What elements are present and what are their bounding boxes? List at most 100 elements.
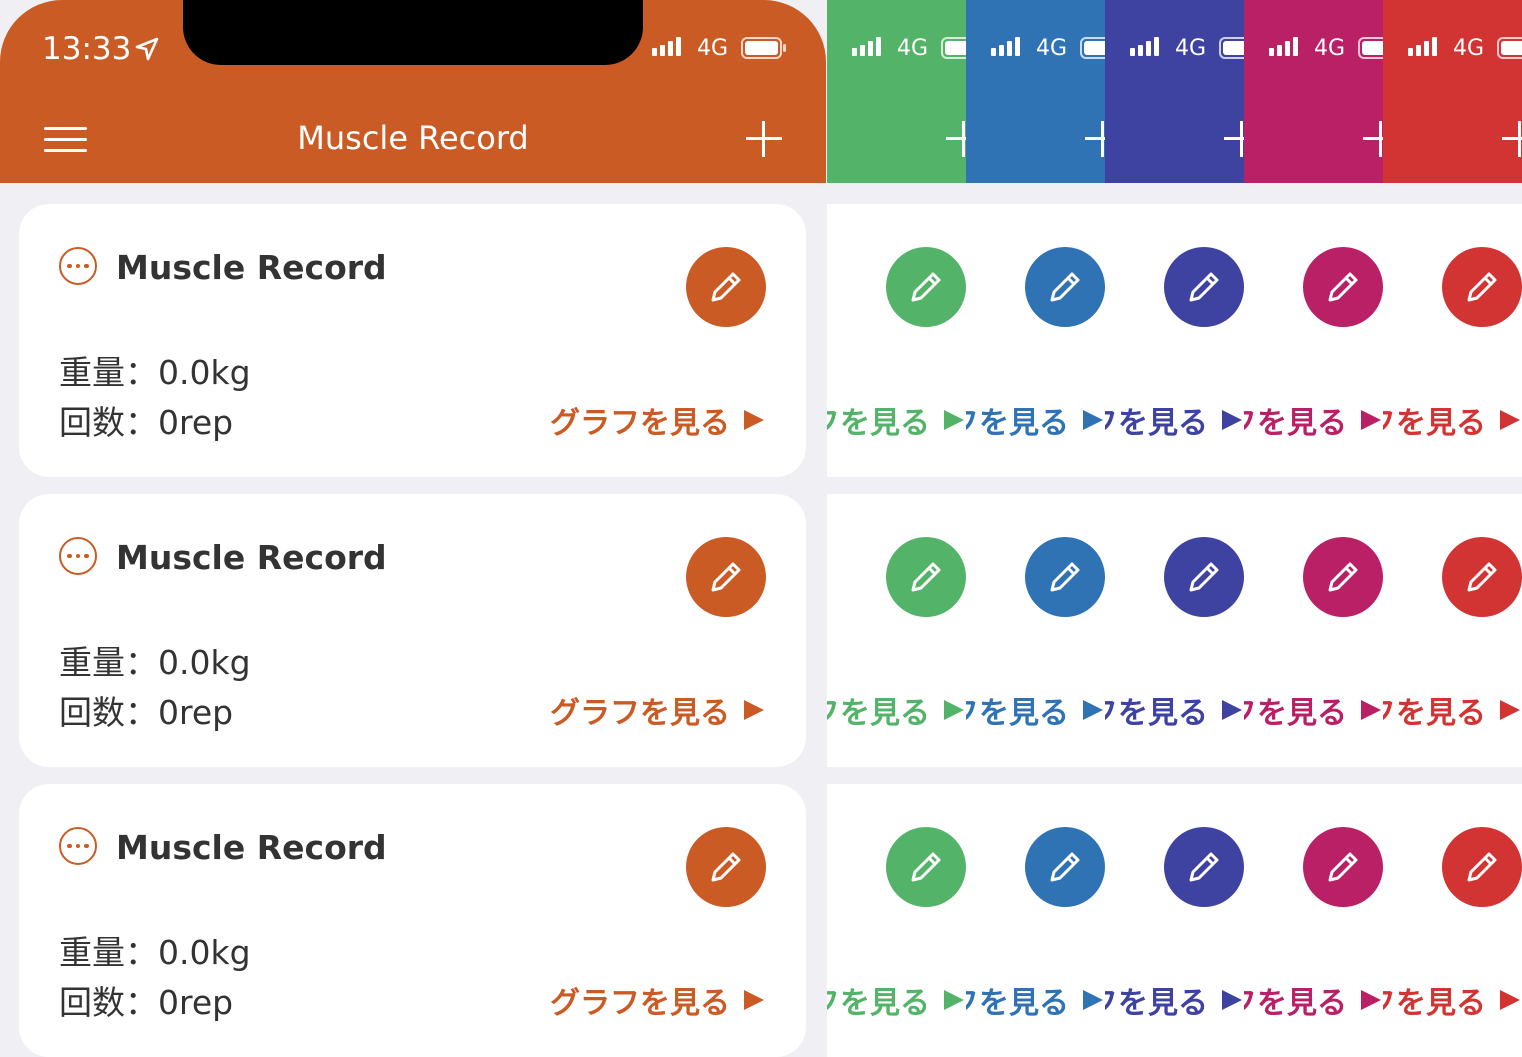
play-arrow-icon: [1083, 700, 1103, 720]
view-graph-link[interactable]: グラフを見る: [550, 688, 764, 732]
view-graph-link[interactable]: グラフを見る: [550, 398, 764, 442]
play-arrow-icon: [944, 700, 964, 720]
record-card[interactable]: Muscle Record重量：0.0kg回数：0repグラフを見る: [827, 784, 966, 1057]
record-card[interactable]: Muscle Record重量：0.0kg回数：0repグラフを見る: [1383, 494, 1522, 767]
record-card[interactable]: Muscle Record重量：0.0kg回数：0repグラフを見る: [1244, 204, 1383, 477]
record-card[interactable]: Muscle Record重量：0.0kg回数：0repグラフを見る: [966, 784, 1105, 1057]
weight-value: 重量：0.0kg: [59, 353, 251, 392]
reps-value: 回数：0rep: [59, 983, 234, 1022]
edit-button[interactable]: [886, 827, 966, 907]
play-arrow-icon: [744, 990, 764, 1010]
record-card[interactable]: Muscle Record重量：0.0kg回数：0repグラフを見る: [1105, 784, 1244, 1057]
edit-button[interactable]: [1303, 247, 1383, 327]
view-graph-label: グラフを見る: [966, 406, 1069, 441]
record-card[interactable]: Muscle Record重量：0.0kg回数：0repグラフを見る: [827, 204, 966, 477]
view-graph-link[interactable]: グラフを見る: [1105, 978, 1242, 1022]
edit-button[interactable]: [1164, 827, 1244, 907]
view-graph-label: グラフを見る: [827, 696, 930, 731]
battery-icon: [1497, 37, 1522, 59]
view-graph-link[interactable]: グラフを見る: [827, 688, 964, 732]
pencil-icon: [1328, 852, 1358, 882]
record-card[interactable]: Muscle Record重量：0.0kg回数：0repグラフを見る: [1244, 784, 1383, 1057]
nav-header: 4G: [827, 0, 966, 183]
view-graph-link[interactable]: グラフを見る: [1383, 978, 1520, 1022]
view-graph-link[interactable]: グラフを見る: [1105, 688, 1242, 732]
record-card[interactable]: Muscle Record重量：0.0kg回数：0repグラフを見る: [1383, 784, 1522, 1057]
view-graph-label: グラフを見る: [827, 406, 930, 441]
edit-button[interactable]: [1442, 827, 1522, 907]
edit-button[interactable]: [1442, 247, 1522, 327]
edit-button[interactable]: [1303, 537, 1383, 617]
reps-value: 回数：0rep: [59, 693, 234, 732]
network-label: 4G: [1314, 36, 1346, 61]
edit-button[interactable]: [1025, 537, 1105, 617]
record-card[interactable]: Muscle Record重量：0.0kg回数：0repグラフを見る: [19, 494, 806, 767]
view-graph-link[interactable]: グラフを見る: [1105, 398, 1242, 442]
edit-button[interactable]: [1164, 537, 1244, 617]
more-options-icon[interactable]: [59, 827, 97, 865]
record-card[interactable]: Muscle Record重量：0.0kg回数：0repグラフを見る: [19, 204, 806, 477]
edit-button[interactable]: [886, 247, 966, 327]
view-graph-link[interactable]: グラフを見る: [1244, 688, 1381, 732]
view-graph-link[interactable]: グラフを見る: [827, 978, 964, 1022]
view-graph-link[interactable]: グラフを見る: [1244, 978, 1381, 1022]
play-arrow-icon: [1361, 990, 1381, 1010]
record-card[interactable]: Muscle Record重量：0.0kg回数：0repグラフを見る: [1383, 204, 1522, 477]
record-card[interactable]: Muscle Record重量：0.0kg回数：0repグラフを見る: [19, 784, 806, 1057]
view-graph-label: グラフを見る: [1383, 986, 1486, 1021]
add-icon[interactable]: [746, 121, 782, 157]
view-graph-link[interactable]: グラフを見る: [550, 978, 764, 1022]
theme-preview-indigo: 4G Muscle Record重量：0.0kg回数：0repグラフを見る Musc…: [1105, 0, 1244, 1057]
view-graph-link[interactable]: グラフを見る: [1244, 398, 1381, 442]
view-graph-label: グラフを見る: [966, 986, 1069, 1021]
pencil-icon: [911, 272, 941, 302]
nav-header: 4G: [1105, 0, 1244, 183]
view-graph-link[interactable]: グラフを見る: [966, 688, 1103, 732]
pencil-icon: [911, 562, 941, 592]
add-icon[interactable]: [1224, 121, 1244, 157]
pencil-icon: [711, 562, 741, 592]
more-options-icon[interactable]: [59, 537, 97, 575]
record-card[interactable]: Muscle Record重量：0.0kg回数：0repグラフを見る: [827, 494, 966, 767]
edit-button[interactable]: [686, 537, 766, 617]
view-graph-label: グラフを見る: [1383, 696, 1486, 731]
network-label: 4G: [897, 36, 929, 61]
edit-button[interactable]: [1025, 247, 1105, 327]
add-icon[interactable]: [946, 121, 966, 157]
view-graph-link[interactable]: グラフを見る: [1383, 688, 1520, 732]
more-options-icon[interactable]: [59, 247, 97, 285]
edit-button[interactable]: [1025, 827, 1105, 907]
edit-button[interactable]: [1303, 827, 1383, 907]
network-label: 4G: [1036, 36, 1068, 61]
pencil-icon: [1467, 562, 1497, 592]
battery-icon: [1219, 37, 1244, 59]
play-arrow-icon: [944, 990, 964, 1010]
view-graph-link[interactable]: グラフを見る: [966, 398, 1103, 442]
battery-icon: [941, 37, 966, 59]
play-arrow-icon: [1222, 700, 1242, 720]
view-graph-link[interactable]: グラフを見る: [966, 978, 1103, 1022]
play-arrow-icon: [1222, 410, 1242, 430]
network-label: 4G: [1453, 36, 1485, 61]
record-card[interactable]: Muscle Record重量：0.0kg回数：0repグラフを見る: [1244, 494, 1383, 767]
view-graph-link[interactable]: グラフを見る: [1383, 398, 1520, 442]
edit-button[interactable]: [1164, 247, 1244, 327]
edit-button[interactable]: [1442, 537, 1522, 617]
record-card[interactable]: Muscle Record重量：0.0kg回数：0repグラフを見る: [966, 494, 1105, 767]
add-icon[interactable]: [1085, 121, 1105, 157]
record-card[interactable]: Muscle Record重量：0.0kg回数：0repグラフを見る: [1105, 494, 1244, 767]
edit-button[interactable]: [886, 537, 966, 617]
edit-button[interactable]: [686, 827, 766, 907]
theme-preview-red: 4G Muscle Record重量：0.0kg回数：0repグラフを見る Musc…: [1383, 0, 1522, 1057]
view-graph-link[interactable]: グラフを見る: [827, 398, 964, 442]
add-icon[interactable]: [1502, 121, 1522, 157]
view-graph-label: グラフを見る: [1105, 986, 1208, 1021]
add-icon[interactable]: [1363, 121, 1383, 157]
play-arrow-icon: [1083, 990, 1103, 1010]
pencil-icon: [1328, 272, 1358, 302]
edit-button[interactable]: [686, 247, 766, 327]
record-card[interactable]: Muscle Record重量：0.0kg回数：0repグラフを見る: [966, 204, 1105, 477]
play-arrow-icon: [1500, 990, 1520, 1010]
record-card[interactable]: Muscle Record重量：0.0kg回数：0repグラフを見る: [1105, 204, 1244, 477]
pencil-icon: [711, 852, 741, 882]
